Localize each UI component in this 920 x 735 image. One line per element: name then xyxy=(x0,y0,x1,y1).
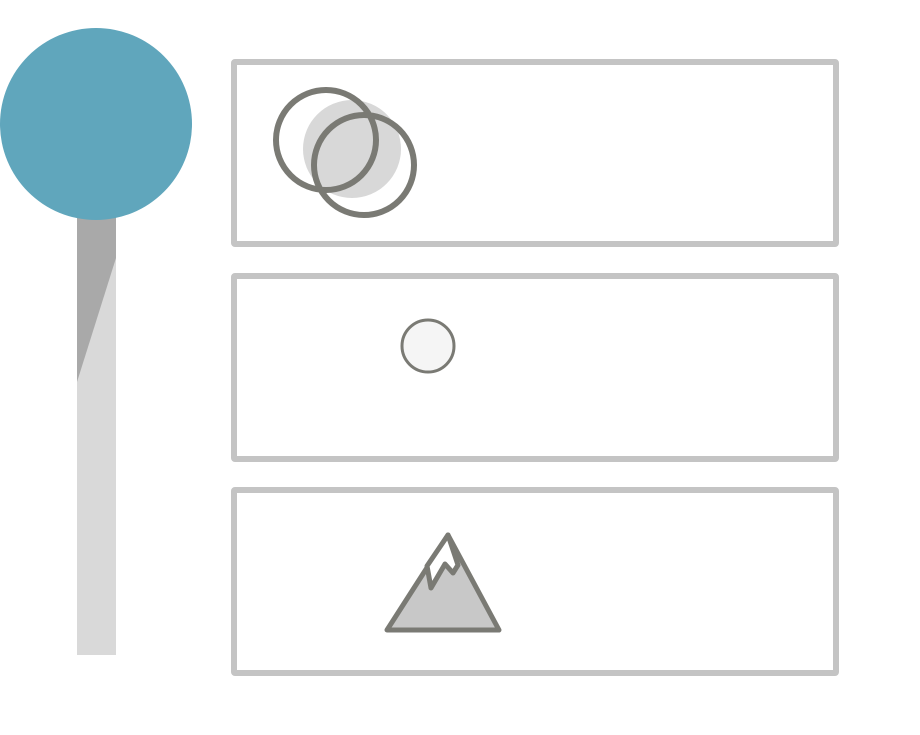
timeline-track-graphic xyxy=(77,200,116,655)
mountain-icon xyxy=(384,532,502,633)
dot-circle xyxy=(400,318,456,374)
small-circle-icon xyxy=(400,318,456,374)
card-dot[interactable] xyxy=(231,273,839,462)
card-overlap[interactable] xyxy=(231,59,839,247)
overlapping-circles-icon xyxy=(273,87,417,218)
timeline-track[interactable] xyxy=(77,200,116,655)
card-mountain[interactable] xyxy=(231,487,839,676)
timeline-knob[interactable] xyxy=(0,28,192,220)
